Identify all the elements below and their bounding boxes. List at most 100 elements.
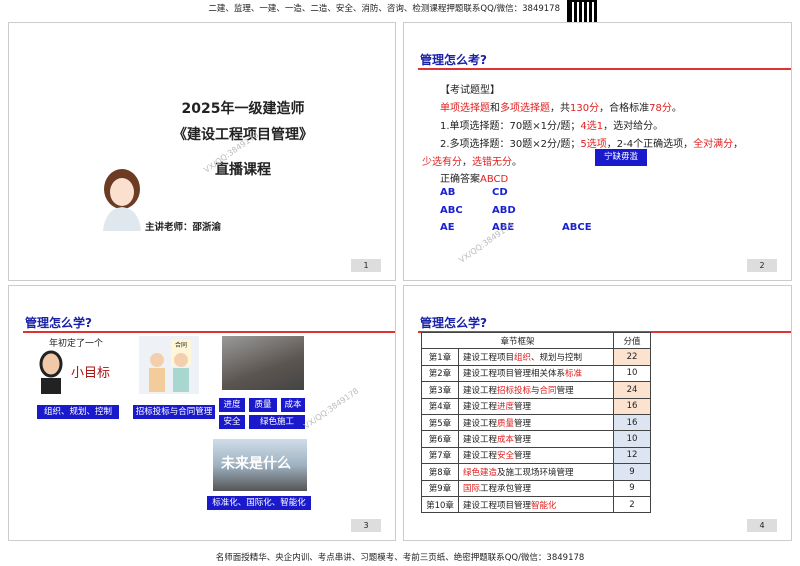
chapter-title-part: 及施工现场环境管理 [497,467,574,478]
chapter-score: 9 [613,479,651,497]
header-chapter-framework: 章节框架 [421,331,614,350]
chapter-title-part: 建设工程项目管理相关体系 [463,369,566,380]
small-goal-image: 年初定了一个 小目标 [39,336,119,394]
chapter-title: 建设工程项目管理相关体系标准 [458,364,614,383]
chapter-score-table: 章节框架 分值 第1章 建设工程项目组织、规划与控制 22 第2章 建设工程项目管理相关… [421,331,651,514]
small-goal-caption: 年初定了一个 [49,339,104,349]
chapter-score: 9 [613,463,651,481]
tag-schedule: 进度 [219,398,245,412]
table-row: 第5章 建设工程质量管理 16 [421,413,651,432]
chapter-title-part: 建设工程 [463,451,498,462]
slide-3[interactable]: 管理怎么学? 年初定了一个 小目标 合同 组织、规划、控制 招标投标与合同管理 … [8,285,396,541]
header-banner: 二建、监理、一建、一造、二造、安全、消防、咨询、检测课程押题联系QQ/微信：38… [208,4,560,14]
chapter-number: 第6章 [421,430,459,448]
tag-standardization-internationalization-intelligence: 标准化、国际化、智能化 [207,496,311,510]
chapter-score: 24 [613,381,651,399]
header-score: 分值 [613,331,651,350]
chapter-number: 第8章 [421,463,459,481]
chapter-title: 建设工程招标投标与合同管理 [458,381,614,399]
chapter-title-part: 智能化 [531,500,557,511]
table-row: 第7章 建设工程安全管理 12 [421,446,651,465]
chapter-title: 国际工程承包管理 [458,479,614,497]
slide-2[interactable]: 管理怎么考? 【考试题型】 单项选择题和多项选择题，共130分，合格标准78分。… [403,22,792,281]
chapter-number: 第3章 [421,381,459,399]
better-none-than-wrong-button[interactable]: 宁缺毋滥 [595,149,647,166]
chapter-score: 16 [613,397,651,415]
small-goal-text: 小目标 [71,366,111,381]
slide-1[interactable]: 2025年一级建造师 《建设工程项目管理》 直播课程 主讲老师：邵浙渝 VX/Q… [8,22,396,281]
chapter-title-part: 进度 [497,402,515,413]
chapter-title-part: 管理 [514,418,532,429]
exam-type-label: 【考试题型】 [440,85,500,96]
tag-bidding-contract: 招标投标与合同管理 [133,405,215,419]
chapter-title-part: 管理 [556,385,574,396]
chapter-number: 第9章 [421,479,459,497]
table-row: 第4章 建设工程进度管理 16 [421,397,651,415]
title-underline [23,331,395,333]
chapter-title-part: 质量 [497,418,515,429]
chapter-number: 第5章 [421,413,459,432]
chapter-title: 建设工程质量管理 [458,413,614,432]
course-book-title: 《建设工程项目管理》 [173,127,313,143]
page-number: 4 [747,519,777,532]
chapter-title: 建设工程成本管理 [458,430,614,448]
chapter-number: 第1章 [421,348,459,366]
multi-choice-scoring-line: 少选有分，选错无分。 [422,157,522,168]
teacher-name: 主讲老师：邵浙渝 [145,222,222,233]
tag-cost: 成本 [281,398,305,412]
chapter-title-part: 管理 [514,435,532,446]
chapter-score: 10 [613,364,651,383]
watermark: VX/QQ:3849178 [457,220,516,265]
chapter-title-part: 组织 [514,353,532,364]
chapter-title-part: 合同 [539,385,557,396]
tag-safety: 安全 [219,415,245,429]
chapter-number: 第7章 [421,446,459,465]
chapter-score: 16 [613,413,651,432]
chapter-score: 12 [613,446,651,465]
chapter-title-part: 标准 [565,369,583,380]
page-number: 2 [747,259,777,272]
option-cd: CD [492,187,508,198]
teacher-avatar [97,165,147,231]
option-abc: ABC [440,205,463,216]
option-abd: ABD [492,205,516,216]
course-year-title: 2025年一级建造师 [181,101,305,117]
title-underline [418,68,791,70]
chapter-score: 10 [613,430,651,448]
option-ab: AB [440,187,456,198]
future-text: 未来是什么 [221,456,291,472]
chapter-title-part: 管理 [514,402,532,413]
watermark: VX/QQ:3849178 [302,386,361,431]
option-abce: ABCE [562,222,592,233]
chapter-title-part: 建设工程项目 [463,353,515,364]
tag-green-construction: 绿色施工 [249,415,305,429]
exam-summary-line: 单项选择题和多项选择题，共130分，合格标准78分。 [440,103,682,114]
future-city-image: 未来是什么 [213,439,307,491]
chapter-title: 绿色建造及施工现场环境管理 [458,463,614,481]
chapter-number: 第2章 [421,364,459,383]
option-ae: AE [440,222,455,233]
chapter-score: 2 [613,495,651,514]
chapter-title-part: 安全 [497,451,515,462]
chapter-title-part: 建设工程 [463,385,498,396]
multi-choice-line: 2.多项选择题：30题×2分/题；5选项，2-4个正确选项，全对满分， [440,139,744,150]
single-choice-line: 1.单项选择题：70题×1分/题；4选1，选对给分。 [440,121,664,132]
slide-4[interactable]: 管理怎么学? 章节框架 分值 第1章 建设工程项目组织、规划与控制 22 第2章 建设工… [403,285,792,541]
chapter-title-part: 、规划与控制 [531,353,583,364]
chapter-title-part: 建设工程 [463,418,498,429]
tag-quality: 质量 [249,398,277,412]
chapter-number: 第4章 [421,397,459,415]
chapter-title: 建设工程进度管理 [458,397,614,415]
chapter-title-part: 管理 [514,451,532,462]
chapter-title-part: 成本 [497,435,515,446]
chapter-title-part: 与 [531,385,540,396]
chapter-title: 建设工程项目管理智能化 [458,495,614,514]
chapter-number: 第10章 [421,495,459,514]
table-row: 第10章 建设工程项目管理智能化 2 [421,495,651,514]
slide-title: 管理怎么学? [420,316,487,330]
correct-answer-line: 正确答案ABCD [440,174,509,185]
chapter-title-part: 建设工程 [463,402,498,413]
chapter-title-part: 招标投标 [497,385,532,396]
tag-organization-planning-control: 组织、规划、控制 [37,405,119,419]
table-row: 第1章 建设工程项目组织、规划与控制 22 [421,348,651,366]
